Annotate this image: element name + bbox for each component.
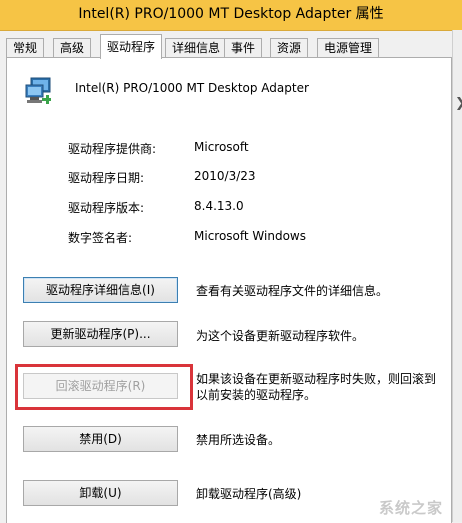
driver-date-value: 2010/3/23 — [194, 169, 256, 183]
watermark-logo: 系统之家 — [378, 499, 443, 517]
tab-general[interactable]: 常规 — [6, 38, 45, 58]
driver-tab-panel: Intel(R) PRO/1000 MT Desktop Adapter 驱动程… — [6, 57, 452, 523]
uninstall-description: 卸载驱动程序(高级) — [196, 487, 302, 501]
digital-signer-label: 数字签名者: — [68, 231, 133, 245]
digital-signer-value: Microsoft Windows — [194, 229, 306, 243]
chevron-right-icon: ❯ — [455, 96, 462, 111]
tab-bar: 常规 高级 驱动程序 详细信息 事件 资源 电源管理 — [0, 34, 452, 59]
window-title: Intel(R) PRO/1000 MT Desktop Adapter 属性 — [78, 6, 384, 22]
update-driver-description: 为这个设备更新驱动程序软件。 — [196, 329, 365, 343]
driver-version-label: 驱动程序版本: — [68, 201, 145, 215]
roll-back-description-line2: 以前安装的驱动程序。 — [196, 388, 317, 402]
tab-resources[interactable]: 资源 — [270, 38, 309, 58]
tab-events[interactable]: 事件 — [224, 38, 263, 58]
driver-provider-value: Microsoft — [194, 140, 249, 154]
tab-driver[interactable]: 驱动程序 — [100, 34, 163, 59]
network-adapter-icon — [25, 77, 51, 104]
roll-back-description-line1: 如果该设备在更新驱动程序时失败，则回滚到 — [196, 372, 437, 386]
tab-details[interactable]: 详细信息 — [165, 38, 228, 58]
disable-button[interactable]: 禁用(D) — [23, 426, 178, 452]
disable-description: 禁用所选设备。 — [196, 433, 281, 447]
driver-details-description: 查看有关驱动程序文件的详细信息。 — [196, 284, 389, 298]
roll-back-driver-button[interactable]: 回滚驱动程序(R) — [23, 373, 178, 399]
device-name: Intel(R) PRO/1000 MT Desktop Adapter — [75, 81, 309, 95]
driver-version-value: 8.4.13.0 — [194, 199, 244, 213]
window-title-bar[interactable]: Intel(R) PRO/1000 MT Desktop Adapter 属性 — [0, 0, 462, 31]
driver-details-button[interactable]: 驱动程序详细信息(I) — [23, 277, 178, 303]
driver-date-label: 驱动程序日期: — [68, 171, 145, 185]
driver-provider-label: 驱动程序提供商: — [68, 142, 157, 156]
update-driver-button[interactable]: 更新驱动程序(P)... — [23, 321, 178, 347]
uninstall-button[interactable]: 卸载(U) — [23, 480, 178, 506]
tab-advanced[interactable]: 高级 — [53, 38, 92, 58]
tab-power-management[interactable]: 电源管理 — [317, 38, 380, 58]
